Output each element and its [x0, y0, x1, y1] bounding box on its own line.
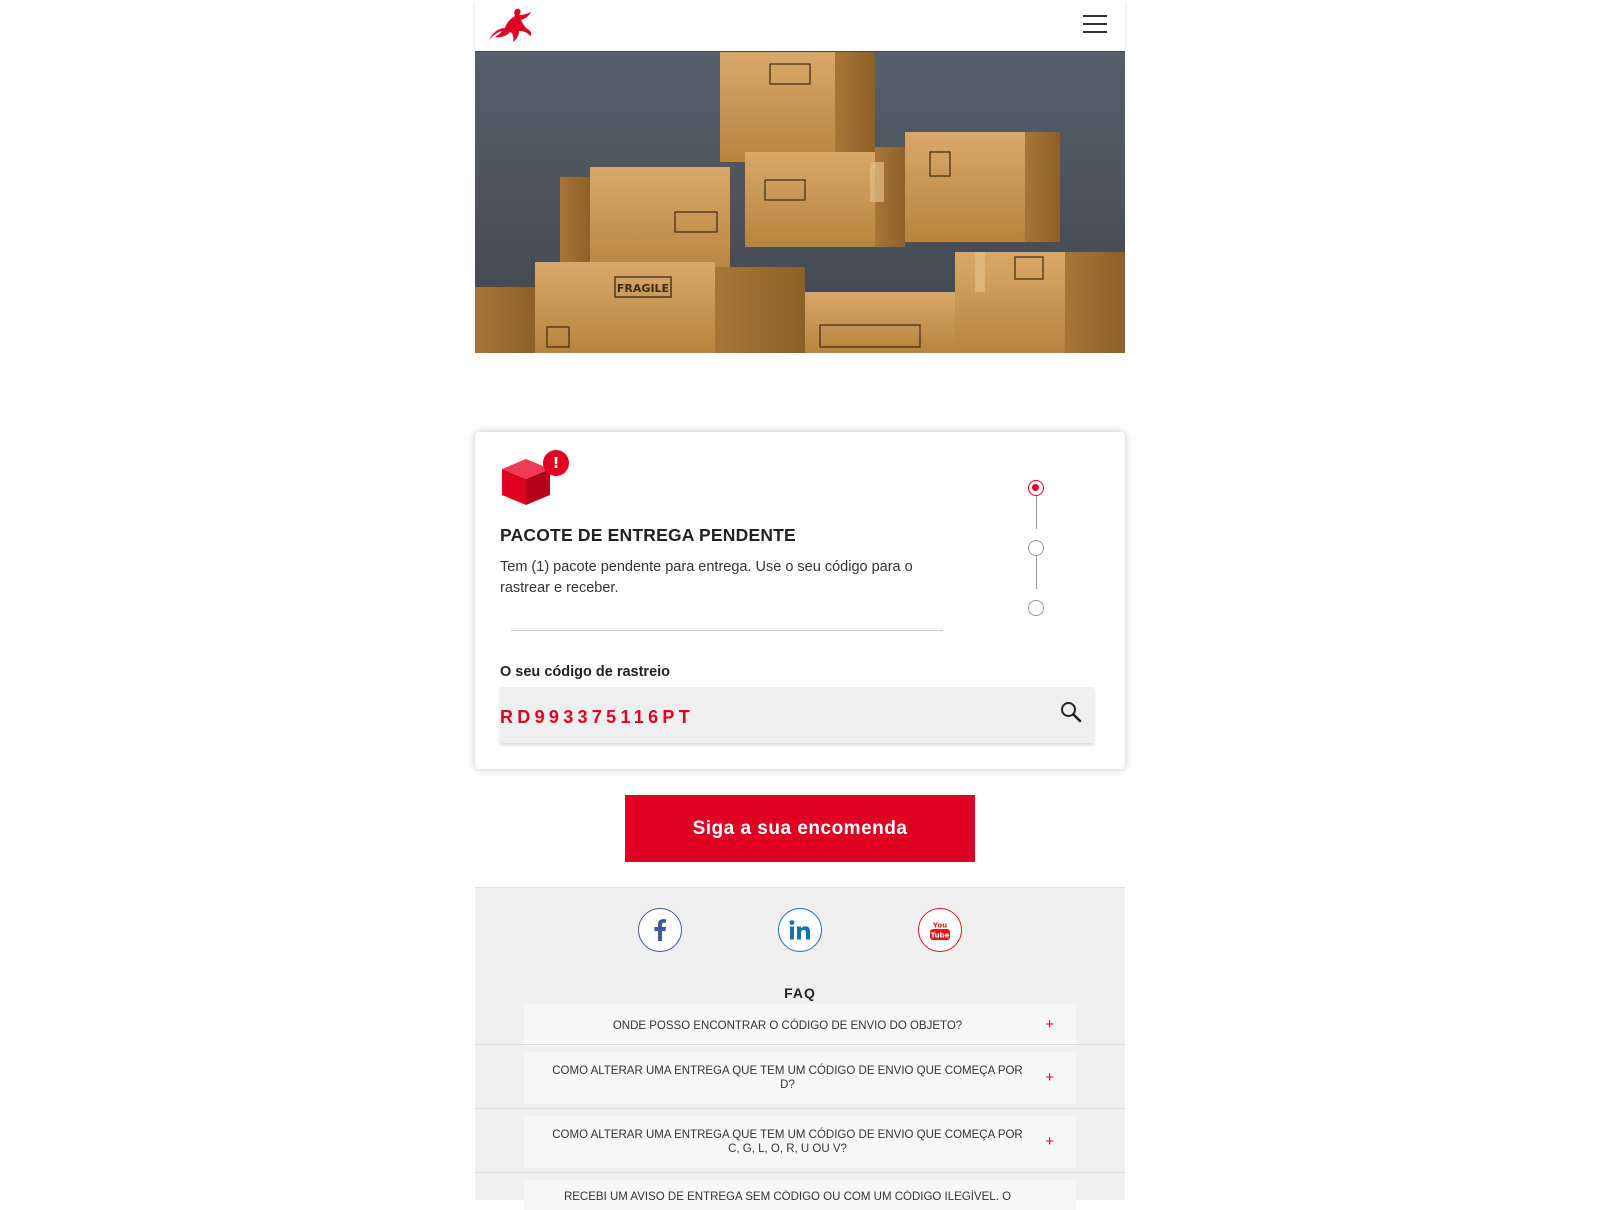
card-description: Tem (1) pacote pendente para entrega. Us…	[500, 559, 913, 596]
cardboard-boxes-photo: FRAGILE	[475, 52, 1125, 353]
step-connector	[1035, 556, 1037, 589]
faq-question: COMO ALTERAR UMA ENTREGA QUE TEM UM CÓDI…	[552, 1129, 1023, 1155]
faq-item-4[interactable]: RECEBI UM AVISO DE ENTREGA SEM CÓDIGO OU…	[524, 1180, 1076, 1210]
step-connector	[1035, 496, 1037, 529]
faq-question: ONDE POSSO ENCONTRAR O CÓDIGO DE ENVIO D…	[612, 1020, 963, 1032]
horse-rider-logo-icon[interactable]	[485, 6, 535, 46]
expand-plus-icon[interactable]: +	[1045, 1134, 1054, 1149]
faq-question: COMO ALTERAR UMA ENTREGA QUE TEM UM CÓDI…	[552, 1065, 1023, 1091]
tracking-code-input[interactable]	[500, 687, 1040, 743]
fragile-label: FRAGILE	[617, 282, 669, 295]
expand-plus-icon[interactable]: +	[1045, 1017, 1054, 1032]
svg-text:You: You	[932, 922, 947, 930]
faq-item-2[interactable]: COMO ALTERAR UMA ENTREGA QUE TEM UM CÓDI…	[524, 1052, 1076, 1104]
tracking-code-field	[500, 687, 1094, 743]
site-header	[475, 0, 1125, 52]
step-1-active	[1028, 480, 1044, 496]
search-icon[interactable]	[1060, 701, 1082, 723]
facebook-icon	[654, 919, 666, 941]
svg-text:Tube: Tube	[931, 932, 950, 940]
faq-row: COMO ALTERAR UMA ENTREGA QUE TEM UM CÓDI…	[475, 1108, 1125, 1173]
alert-badge: !	[553, 454, 560, 472]
step-2	[1028, 540, 1044, 556]
step-3	[1028, 600, 1044, 616]
social-links: You Tube	[475, 887, 1125, 976]
faq-item-1[interactable]: ONDE POSSO ENCONTRAR O CÓDIGO DE ENVIO D…	[524, 1004, 1076, 1046]
card-title: PACOTE DE ENTREGA PENDENTE	[500, 525, 796, 545]
hamburger-menu-icon[interactable]	[1083, 15, 1107, 35]
track-package-button[interactable]: Siga a sua encomenda	[625, 795, 975, 862]
package-alert-icon: !	[502, 450, 569, 505]
linkedin-link[interactable]	[778, 908, 822, 952]
faq-title: FAQ	[784, 985, 816, 1001]
faq-item-3[interactable]: COMO ALTERAR UMA ENTREGA QUE TEM UM CÓDI…	[524, 1116, 1076, 1168]
hero-image: FRAGILE	[475, 52, 1125, 353]
facebook-link[interactable]	[638, 908, 682, 952]
tracking-code-label: O seu código de rastreio	[500, 664, 671, 680]
divider	[511, 630, 943, 631]
youtube-icon: You Tube	[930, 922, 950, 940]
linkedin-icon	[789, 920, 810, 940]
faq-question: RECEBI UM AVISO DE ENTREGA SEM CÓDIGO OU…	[563, 1191, 1012, 1203]
pending-delivery-card: ! PACOTE DE ENTREGA PENDENTE Tem (1) pac…	[475, 432, 1125, 769]
youtube-link[interactable]: You Tube	[918, 908, 962, 952]
expand-plus-icon[interactable]: +	[1045, 1070, 1054, 1085]
faq-row: COMO ALTERAR UMA ENTREGA QUE TEM UM CÓDI…	[475, 1044, 1125, 1109]
progress-steps	[1026, 480, 1050, 620]
faq-row: RECEBI UM AVISO DE ENTREGA SEM CÓDIGO OU…	[475, 1172, 1125, 1210]
faq-section: FAQ ONDE POSSO ENCONTRAR O CÓDIGO DE ENV…	[475, 975, 1125, 1210]
